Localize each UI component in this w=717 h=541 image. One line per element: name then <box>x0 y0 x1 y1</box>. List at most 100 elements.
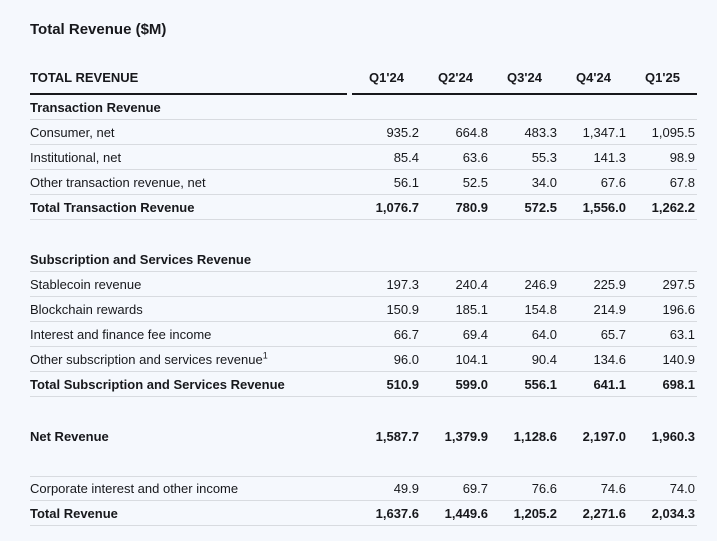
table-header-label: TOTAL REVENUE <box>30 70 347 95</box>
row-values: 935.2664.8483.31,347.11,095.5 <box>352 125 697 140</box>
row-label: Total Transaction Revenue <box>30 200 352 215</box>
data-row: Institutional, net85.463.655.3141.398.9 <box>30 145 697 170</box>
cell-value: 240.4 <box>421 277 490 292</box>
row-values: 66.769.464.065.763.1 <box>352 327 697 342</box>
cell-value: 140.9 <box>628 352 697 367</box>
cell-value: 698.1 <box>628 377 697 392</box>
row-label: Net Revenue <box>30 429 352 444</box>
section-spacer <box>30 449 697 476</box>
cell-value: 1,587.7 <box>352 429 421 444</box>
data-row: Other subscription and services revenue1… <box>30 347 697 372</box>
table-body: Transaction Revenue Consumer, net935.2664… <box>30 95 697 526</box>
cell-value: 141.3 <box>559 150 628 165</box>
cell-value: 510.9 <box>352 377 421 392</box>
section-row: Transaction Revenue <box>30 95 697 120</box>
page-title: Total Revenue ($M) <box>30 20 697 40</box>
row-values: 510.9599.0556.1641.1698.1 <box>352 377 697 392</box>
row-label: Blockchain rewards <box>30 302 352 317</box>
cell-value: 134.6 <box>559 352 628 367</box>
row-label: Consumer, net <box>30 125 352 140</box>
row-values: 1,637.61,449.61,205.22,271.62,034.3 <box>352 506 697 521</box>
cell-value: 1,960.3 <box>628 429 697 444</box>
row-label: Total Subscription and Services Revenue <box>30 377 352 392</box>
cell-value: 55.3 <box>490 150 559 165</box>
row-label: Transaction Revenue <box>30 100 352 115</box>
cell-value: 90.4 <box>490 352 559 367</box>
row-label: Total Revenue <box>30 506 352 521</box>
cell-value: 1,347.1 <box>559 125 628 140</box>
row-label: Subscription and Services Revenue <box>30 252 352 267</box>
cell-value: 65.7 <box>559 327 628 342</box>
cell-value: 197.3 <box>352 277 421 292</box>
row-values: 56.152.534.067.667.8 <box>352 175 697 190</box>
row-label: Institutional, net <box>30 150 352 165</box>
row-values: 96.0104.190.4134.6140.9 <box>352 352 697 367</box>
data-row: Consumer, net935.2664.8483.31,347.11,095… <box>30 120 697 145</box>
cell-value: 76.6 <box>490 481 559 496</box>
cell-value: 1,449.6 <box>421 506 490 521</box>
cell-value: 1,262.2 <box>628 200 697 215</box>
cell-value: 1,637.6 <box>352 506 421 521</box>
cell-value: 935.2 <box>352 125 421 140</box>
data-row: Interest and finance fee income66.769.46… <box>30 322 697 347</box>
row-values: 49.969.776.674.674.0 <box>352 481 697 496</box>
cell-value: 185.1 <box>421 302 490 317</box>
total-row: Total Transaction Revenue1,076.7780.9572… <box>30 195 697 220</box>
cell-value: 297.5 <box>628 277 697 292</box>
cell-value: 74.0 <box>628 481 697 496</box>
total-row: Net Revenue1,587.71,379.91,128.62,197.01… <box>30 424 697 449</box>
cell-value: 1,379.9 <box>421 429 490 444</box>
cell-value: 52.5 <box>421 175 490 190</box>
cell-value: 74.6 <box>559 481 628 496</box>
table-header-columns: Q1'24Q2'24Q3'24Q4'24Q1'25 <box>352 70 697 95</box>
cell-value: 64.0 <box>490 327 559 342</box>
cell-value: 1,556.0 <box>559 200 628 215</box>
footnote-marker: 1 <box>263 350 268 360</box>
row-label: Stablecoin revenue <box>30 277 352 292</box>
cell-value: 1,205.2 <box>490 506 559 521</box>
cell-value: 2,271.6 <box>559 506 628 521</box>
cell-value: 556.1 <box>490 377 559 392</box>
cell-value: 66.7 <box>352 327 421 342</box>
cell-value: 154.8 <box>490 302 559 317</box>
data-row: Corporate interest and other income49.96… <box>30 476 697 501</box>
cell-value: 2,197.0 <box>559 429 628 444</box>
cell-value: 85.4 <box>352 150 421 165</box>
cell-value: 56.1 <box>352 175 421 190</box>
row-values: 1,587.71,379.91,128.62,197.01,960.3 <box>352 429 697 444</box>
cell-value: 599.0 <box>421 377 490 392</box>
row-values: 150.9185.1154.8214.9196.6 <box>352 302 697 317</box>
cell-value: 1,095.5 <box>628 125 697 140</box>
section-row: Subscription and Services Revenue <box>30 247 697 272</box>
data-row: Blockchain rewards150.9185.1154.8214.919… <box>30 297 697 322</box>
row-label: Other transaction revenue, net <box>30 175 352 190</box>
cell-value: 49.9 <box>352 481 421 496</box>
cell-value: 664.8 <box>421 125 490 140</box>
cell-value: 641.1 <box>559 377 628 392</box>
cell-value: 780.9 <box>421 200 490 215</box>
section-spacer <box>30 397 697 424</box>
cell-value: 246.9 <box>490 277 559 292</box>
column-header: Q3'24 <box>490 70 559 85</box>
table-header-row: TOTAL REVENUE Q1'24Q2'24Q3'24Q4'24Q1'25 <box>30 62 697 95</box>
cell-value: 572.5 <box>490 200 559 215</box>
row-values: 85.463.655.3141.398.9 <box>352 150 697 165</box>
data-row: Other transaction revenue, net56.152.534… <box>30 170 697 195</box>
cell-value: 69.4 <box>421 327 490 342</box>
cell-value: 1,128.6 <box>490 429 559 444</box>
column-header: Q1'24 <box>352 70 421 85</box>
data-row: Stablecoin revenue197.3240.4246.9225.929… <box>30 272 697 297</box>
cell-value: 34.0 <box>490 175 559 190</box>
total-row: Total Revenue1,637.61,449.61,205.22,271.… <box>30 501 697 526</box>
cell-value: 96.0 <box>352 352 421 367</box>
cell-value: 214.9 <box>559 302 628 317</box>
cell-value: 196.6 <box>628 302 697 317</box>
cell-value: 104.1 <box>421 352 490 367</box>
column-header: Q2'24 <box>421 70 490 85</box>
cell-value: 150.9 <box>352 302 421 317</box>
cell-value: 98.9 <box>628 150 697 165</box>
row-label: Corporate interest and other income <box>30 481 352 496</box>
total-row: Total Subscription and Services Revenue5… <box>30 372 697 397</box>
row-label: Other subscription and services revenue1 <box>30 352 352 367</box>
cell-value: 1,076.7 <box>352 200 421 215</box>
